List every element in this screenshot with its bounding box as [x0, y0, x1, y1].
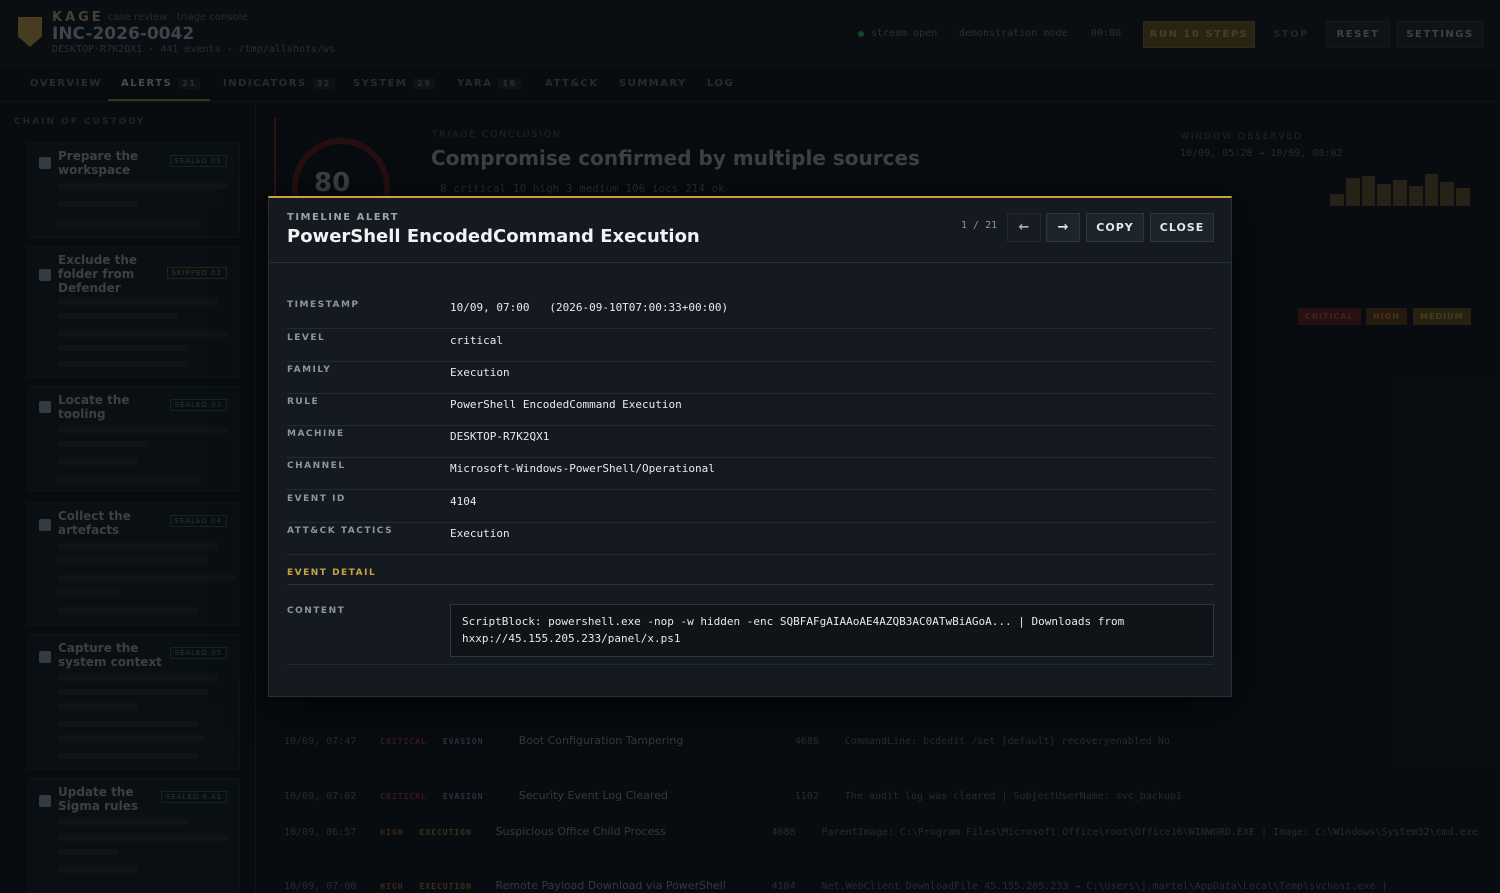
field-label: RULE [287, 397, 320, 407]
field-value: DESKTOP-R7K2QX1 [450, 430, 550, 443]
arrow-left-icon: ← [1018, 220, 1030, 235]
modal-kicker: TIMELINE ALERT [287, 212, 400, 223]
modal-title: PowerShell EncodedCommand Execution [287, 226, 700, 247]
field-label: MACHINE [287, 429, 345, 439]
close-button[interactable]: CLOSE [1150, 213, 1214, 242]
field-value: Microsoft-Windows-PowerShell/Operational [450, 462, 715, 475]
field-attack-tactics: ATT&CK TACTICS Execution [287, 522, 1214, 555]
field-value: PowerShell EncodedCommand Execution [450, 398, 682, 411]
alert-counter: 1 / 21 [961, 220, 998, 231]
field-level: LEVEL critical [287, 329, 1214, 362]
content-label: CONTENT [287, 606, 346, 616]
field-machine: MACHINE DESKTOP-R7K2QX1 [287, 425, 1214, 458]
field-label: CHANNEL [287, 461, 346, 471]
section-divider [287, 584, 1214, 585]
field-label: LEVEL [287, 333, 326, 343]
copy-button[interactable]: COPY [1086, 213, 1144, 242]
content-box[interactable]: ScriptBlock: powershell.exe -nop -w hidd… [450, 604, 1214, 657]
prev-alert-button[interactable]: ← [1007, 213, 1041, 242]
field-label: FAMILY [287, 365, 332, 375]
field-timestamp: TIMESTAMP 10/09, 07:00 (2026-09-10T07:00… [287, 296, 1214, 329]
field-value: 4104 [450, 495, 477, 508]
alert-detail-modal: TIMELINE ALERT PowerShell EncodedCommand… [268, 196, 1232, 697]
field-event-id: EVENT ID 4104 [287, 490, 1214, 523]
field-label: TIMESTAMP [287, 300, 360, 310]
field-label: ATT&CK TACTICS [287, 526, 394, 536]
field-family: FAMILY Execution [287, 361, 1214, 394]
field-label: EVENT ID [287, 494, 346, 504]
field-rule: RULE PowerShell EncodedCommand Execution [287, 393, 1214, 426]
field-value: critical [450, 334, 503, 347]
field-value: Execution [450, 527, 510, 540]
arrow-right-icon: → [1057, 220, 1069, 235]
event-detail-heading: EVENT DETAIL [287, 568, 377, 578]
content-divider [287, 664, 1214, 665]
next-alert-button[interactable]: → [1046, 213, 1080, 242]
field-value: 10/09, 07:00 (2026-09-10T07:00:33+00:00) [450, 301, 729, 314]
field-value: Execution [450, 366, 510, 379]
field-channel: CHANNEL Microsoft-Windows-PowerShell/Ope… [287, 457, 1214, 490]
modal-header-divider [269, 262, 1231, 263]
